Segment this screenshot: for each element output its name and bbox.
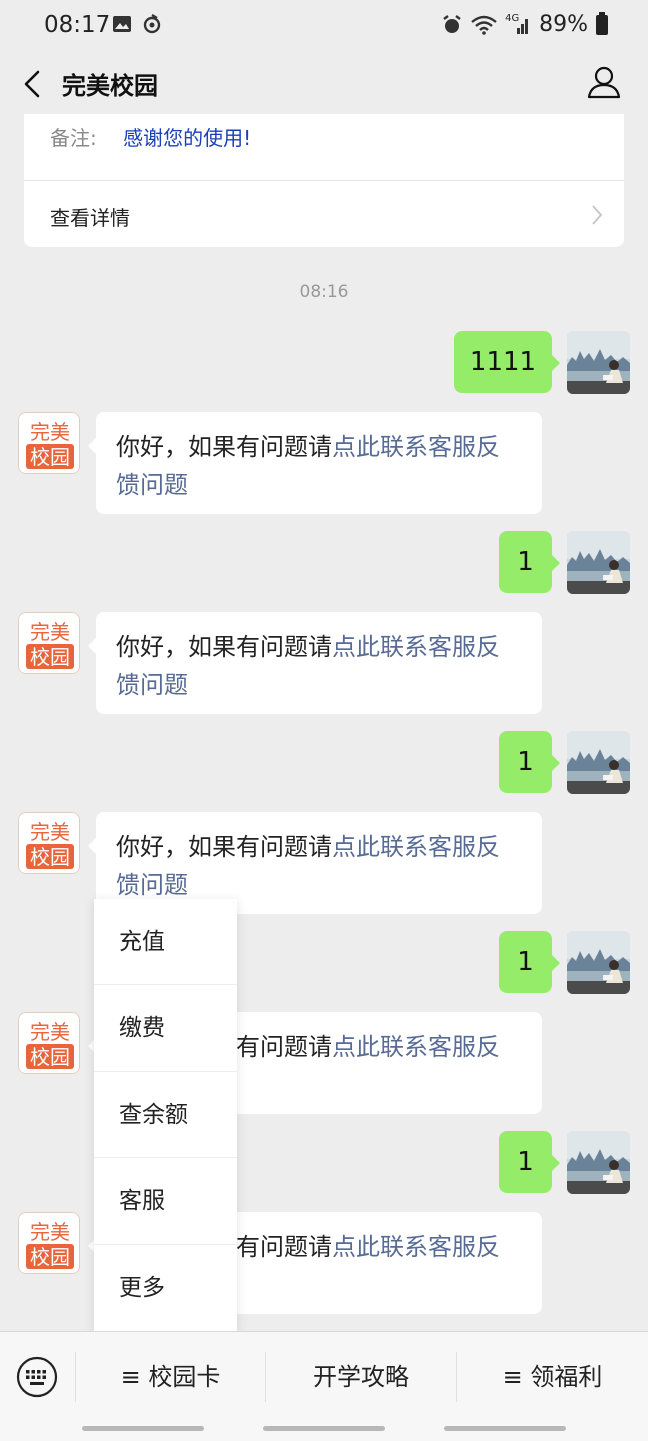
menu-school-guide[interactable]: 开学攻略 (266, 1348, 456, 1406)
user-avatar[interactable] (567, 731, 630, 794)
bot-avatar[interactable]: 完美 校园 (18, 812, 80, 874)
contact-support-link[interactable]: 点此联系客服反 (332, 1233, 500, 1261)
message-timestamp: 08:16 (299, 282, 349, 302)
menu-item-check-balance[interactable]: 查余额 (94, 1072, 237, 1159)
alarm-icon (443, 14, 461, 33)
bot-avatar[interactable]: 完美 校园 (18, 1212, 80, 1274)
svg-text:校园: 校园 (30, 1045, 70, 1069)
sent-message[interactable]: 1111 (454, 331, 560, 393)
bot-avatar[interactable]: 完美 校园 (18, 612, 80, 674)
wifi-icon (471, 15, 497, 35)
user-avatar[interactable] (567, 531, 630, 594)
official-account-menu-bar: ≡ 校园卡 开学攻略 ≡ 领福利 (0, 1331, 648, 1441)
system-nav-pill (263, 1426, 385, 1431)
contact-support-link[interactable]: 馈问题 (116, 671, 188, 699)
sent-message[interactable]: 1 (499, 931, 560, 993)
svg-text:校园: 校园 (30, 845, 70, 869)
card-divider (24, 180, 624, 181)
view-details-link[interactable]: 查看详情 (50, 202, 130, 231)
battery-icon (596, 11, 608, 35)
contact-support-link[interactable]: 点此联系客服反 (332, 833, 500, 861)
contact-support-link[interactable]: 馈问题 (116, 871, 188, 899)
back-arrow-icon[interactable] (18, 64, 48, 104)
chevron-right-icon (592, 205, 603, 225)
notification-card: 备注: 感谢您的使用! 查看详情 (24, 114, 624, 247)
battery-percent: 89% (539, 12, 588, 37)
note-value: 感谢您的使用! (123, 126, 252, 150)
contact-support-link[interactable]: 点此联系客服反 (332, 433, 500, 461)
received-message: 你好，如果有问题请点此联系客服反馈问题 (88, 412, 542, 514)
bot-avatar[interactable]: 完美 校园 (18, 1012, 80, 1074)
received-message: 你好，如果有问题请点此联系客服反馈问题 (88, 612, 542, 714)
sent-message[interactable]: 1 (499, 731, 560, 793)
user-avatar[interactable] (567, 931, 630, 994)
svg-text:完美: 完美 (30, 420, 70, 444)
status-bar: 08:17 4G 89% (0, 0, 648, 54)
sent-message[interactable]: 1 (499, 531, 560, 593)
svg-text:完美: 完美 (30, 620, 70, 644)
menu-campus-card[interactable]: ≡ 校园卡 (76, 1348, 265, 1406)
system-nav-pill (444, 1426, 566, 1431)
page-title: 完美校园 (62, 72, 158, 100)
sent-message[interactable]: 1 (499, 1131, 560, 1193)
bot-avatar[interactable]: 完美 校园 (18, 412, 80, 474)
system-nav-pill (82, 1426, 204, 1431)
status-time: 08:17 (44, 12, 111, 38)
svg-text:校园: 校园 (30, 445, 70, 469)
campus-card-popup-menu: 充值 缴费 查余额 客服 更多 (94, 899, 237, 1331)
chat-header: 完美校园 (0, 54, 648, 114)
menu-benefits[interactable]: ≡ 领福利 (457, 1348, 648, 1406)
menu-item-customer-service[interactable]: 客服 (94, 1158, 237, 1245)
card-note: 备注: 感谢您的使用! (50, 122, 251, 151)
svg-text:完美: 完美 (30, 1020, 70, 1044)
signal-icon: 4G (505, 13, 531, 35)
user-avatar[interactable] (567, 1131, 630, 1194)
menu-item-recharge[interactable]: 充值 (94, 899, 237, 986)
note-label: 备注: (50, 126, 97, 150)
gallery-icon (113, 16, 131, 32)
svg-text:校园: 校园 (30, 645, 70, 669)
menu-item-pay-fees[interactable]: 缴费 (94, 985, 237, 1072)
svg-text:完美: 完美 (30, 820, 70, 844)
menu-item-more[interactable]: 更多 (94, 1245, 237, 1331)
svg-text:校园: 校园 (30, 1245, 70, 1269)
contact-support-link[interactable]: 点此联系客服反 (332, 633, 500, 661)
contact-support-link[interactable]: 点此联系客服反 (332, 1033, 500, 1061)
sync-icon (143, 14, 161, 34)
user-profile-icon[interactable] (586, 64, 622, 100)
keyboard-icon[interactable] (16, 1356, 58, 1398)
contact-support-link[interactable]: 馈问题 (116, 471, 188, 499)
svg-text:完美: 完美 (30, 1220, 70, 1244)
user-avatar[interactable] (567, 331, 630, 394)
